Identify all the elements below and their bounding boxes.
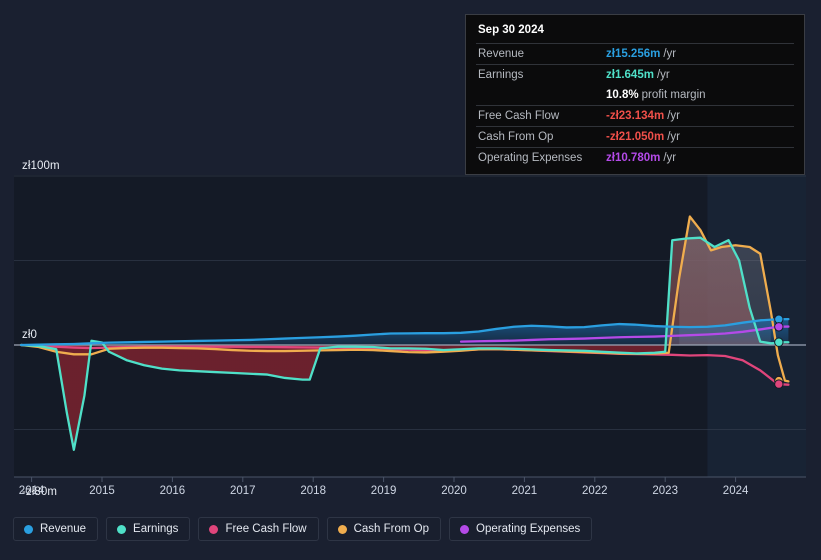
tooltip-row-label: Revenue xyxy=(478,48,525,60)
tooltip-row-label: Operating Expenses xyxy=(478,152,583,164)
tooltip-row-value-wrap: zł10.780m/yr xyxy=(606,152,676,164)
tooltip-row-label: Free Cash Flow xyxy=(478,110,560,122)
tooltip-row-unit: /yr xyxy=(663,48,677,60)
x-tick-label: 2024 xyxy=(722,485,749,497)
legend-color-dot xyxy=(460,524,470,534)
chart-tooltip: Sep 30 2024 Revenue zł15.256m/yr Earnings z… xyxy=(465,14,805,175)
legend-color-dot xyxy=(209,524,219,534)
tooltip-row-value-wrap: zł15.256m/yr xyxy=(606,48,676,60)
legend-item-free-cash-flow[interactable]: Free Cash Flow xyxy=(198,517,319,541)
x-tick-label: 2018 xyxy=(300,485,326,497)
tooltip-row: Operating Expenses zł10.780m/yr xyxy=(476,147,794,168)
tooltip-row-value: -zł21.050m xyxy=(606,131,665,143)
tooltip-row: Free Cash Flow -zł23.134m/yr xyxy=(476,105,794,126)
x-tick-label: 2019 xyxy=(370,485,397,497)
tooltip-row-value: zł1.645m xyxy=(606,69,654,81)
x-tick-label: 2015 xyxy=(89,485,115,497)
legend-item-operating-expenses[interactable]: Operating Expenses xyxy=(449,517,593,541)
x-tick-label: 2014 xyxy=(18,485,45,497)
tooltip-row-unit: /yr xyxy=(663,152,677,164)
tooltip-row: Revenue zł15.256m/yr xyxy=(476,43,794,64)
tooltip-row-value-wrap: -zł23.134m/yr xyxy=(606,110,680,122)
x-tick-label: 2016 xyxy=(159,485,186,497)
legend-item-cash-from-op[interactable]: Cash From Op xyxy=(326,517,442,541)
chart-legend[interactable]: Revenue Earnings Free Cash Flow Cash From O… xyxy=(13,517,593,541)
x-tick-label: 2021 xyxy=(511,485,538,497)
tooltip-row-unit: /yr xyxy=(667,110,680,122)
tooltip-row-value-wrap: -zł21.050m/yr xyxy=(606,131,680,143)
tooltip-row-unit: /yr xyxy=(656,69,670,81)
x-tick-label: 2020 xyxy=(441,485,467,497)
tooltip-row-value-wrap: zł1.645m/yr xyxy=(606,69,670,81)
y-tick-label: zł100m xyxy=(22,160,60,172)
tooltip-row: Cash From Op -zł21.050m/yr xyxy=(476,126,794,147)
tooltip-date: Sep 30 2024 xyxy=(478,24,544,36)
tooltip-row-value: zł15.256m xyxy=(606,48,661,60)
legend-item-revenue[interactable]: Revenue xyxy=(13,517,99,541)
legend-color-dot xyxy=(337,524,347,534)
tooltip-row-value: zł10.780m xyxy=(606,152,661,164)
financial-chart: zł100m zł0 -zł80m 2014 2015 2016 2017 2018 2019… xyxy=(0,0,821,560)
legend-item-label: Cash From Op xyxy=(353,523,430,535)
tooltip-row-value: 10.8% xyxy=(606,89,639,101)
tooltip-row-value-wrap: 10.8% profit margin xyxy=(606,89,706,101)
tooltip-row: 10.8% profit margin xyxy=(476,85,794,105)
tooltip-row: Earnings zł1.645m/yr xyxy=(476,64,794,85)
tooltip-row-label: Earnings xyxy=(478,69,524,81)
y-tick-label: zł0 xyxy=(22,329,38,341)
tooltip-rows: Revenue zł15.256m/yr Earnings zł1.645m/yr 10… xyxy=(476,43,794,168)
legend-item-label: Free Cash Flow xyxy=(225,523,307,535)
legend-item-earnings[interactable]: Earnings xyxy=(106,517,191,541)
x-tick-label: 2022 xyxy=(582,485,608,497)
legend-color-dot xyxy=(117,524,127,534)
legend-item-label: Earnings xyxy=(133,523,179,535)
legend-item-label: Revenue xyxy=(40,523,87,535)
tooltip-row-unit: profit margin xyxy=(641,89,706,101)
legend-color-dot xyxy=(24,524,33,534)
tooltip-row-label: Cash From Op xyxy=(478,131,554,143)
tooltip-row-value: -zł23.134m xyxy=(606,110,665,122)
x-tick-label: 2023 xyxy=(652,485,678,497)
tooltip-row-unit: /yr xyxy=(667,131,680,143)
legend-item-label: Operating Expenses xyxy=(476,523,581,535)
x-tick-label: 2017 xyxy=(230,485,256,497)
